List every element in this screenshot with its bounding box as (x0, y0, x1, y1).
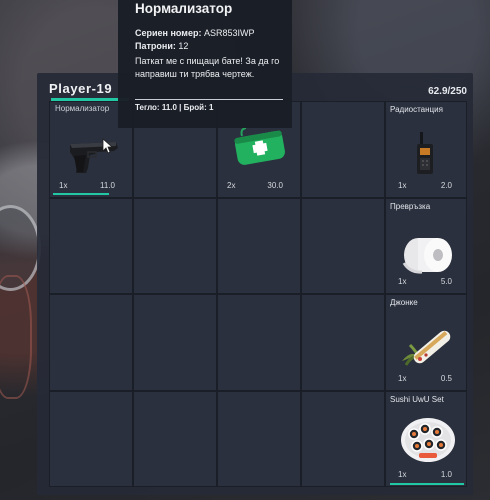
slot-item-weight: 30.0 (267, 180, 283, 190)
inventory-slot-15[interactable] (217, 390, 301, 487)
slot-item-quantity: 1x (398, 373, 407, 383)
hotbar-slot-3[interactable]: Джонке 1x 0.5 (385, 294, 467, 391)
slot-item-weight: 5.0 (440, 277, 452, 286)
joint-icon (402, 330, 451, 366)
slot-item-weight: 1.0 (440, 470, 452, 479)
slot-item-name: Превръзка (390, 201, 431, 211)
slot-durability-bar (390, 483, 464, 485)
slot-item-name: Джонке (390, 298, 418, 307)
slot-item-name: Нормализатор (55, 104, 110, 113)
inventory-slot-12[interactable] (301, 294, 385, 391)
tooltip-footer: Тегло: 11.0 | Брой: 1 (135, 103, 214, 112)
mouse-cursor-icon (102, 138, 114, 154)
slot-durability-bar (53, 192, 109, 195)
ammo-label: Патрони: (135, 41, 176, 51)
inventory-slot-7[interactable] (217, 197, 301, 294)
inventory-slot-4[interactable] (301, 101, 385, 198)
sushi-plate-icon (401, 417, 455, 462)
inventory-panel: Player-19 62.9/250 Нормализатор 1x 11.0 (37, 73, 473, 495)
inventory-slot-10[interactable] (133, 294, 217, 391)
tooltip-serial: Сериен номер: ASR853IWP (135, 28, 255, 38)
tooltip-divider (135, 99, 283, 100)
inventory-slot-5[interactable] (49, 197, 133, 294)
first-aid-kit-icon (234, 127, 285, 165)
slot-item-name: Радиостанция (390, 105, 443, 114)
bandage-roll-icon (402, 237, 452, 274)
ammo-value: 12 (178, 41, 189, 51)
inventory-weight: 62.9/250 (428, 86, 467, 97)
background-object (0, 275, 32, 399)
inventory-slot-6[interactable] (133, 197, 217, 294)
inventory-slot-9[interactable] (49, 294, 133, 391)
inventory-title: Player-19 (49, 81, 113, 96)
slot-item-quantity: 1x (398, 470, 407, 479)
inventory-slot-16[interactable] (301, 390, 385, 487)
slot-item-quantity: 1x (59, 180, 68, 190)
serial-label: Сериен номер: (135, 28, 202, 38)
hotbar-slot-1[interactable]: Радиостанция 1x 2.0 (385, 101, 467, 198)
tooltip-ammo: Патрони: 12 (135, 41, 188, 51)
inventory-grid: Нормализатор 1x 11.0 2x 30.0 (49, 101, 385, 487)
slot-item-name: Sushi UwU Set (390, 394, 444, 404)
radio-icon (417, 132, 433, 174)
slot-item-weight: 11.0 (100, 180, 115, 190)
slot-item-weight: 2.0 (440, 180, 452, 190)
item-tooltip: Нормализатор Сериен номер: ASR853IWP Пат… (118, 0, 292, 128)
slot-item-quantity: 1x (398, 180, 407, 190)
inventory-slot-13[interactable] (49, 390, 133, 487)
tooltip-title: Нормализатор (135, 1, 233, 16)
hotbar-slot-2[interactable]: Превръзка 1x 5.0 (385, 197, 467, 294)
inventory-slot-8[interactable] (301, 197, 385, 294)
hotbar-slots: Радиостанция 1x 2.0 Превръзка 1x 5.0 Джо… (385, 101, 467, 487)
tooltip-description: Паткат ме с пищаци бате! За да го направ… (135, 56, 280, 79)
inventory-slot-11[interactable] (217, 294, 301, 391)
inventory-slot-14[interactable] (133, 390, 217, 487)
hotbar-slot-4[interactable]: Sushi UwU Set 1x 1.0 (385, 390, 467, 487)
slot-item-weight: 0.5 (440, 373, 452, 383)
slot-item-quantity: 2x (227, 180, 236, 190)
slot-item-quantity: 1x (398, 277, 407, 286)
serial-value: ASR853IWP (203, 28, 255, 38)
